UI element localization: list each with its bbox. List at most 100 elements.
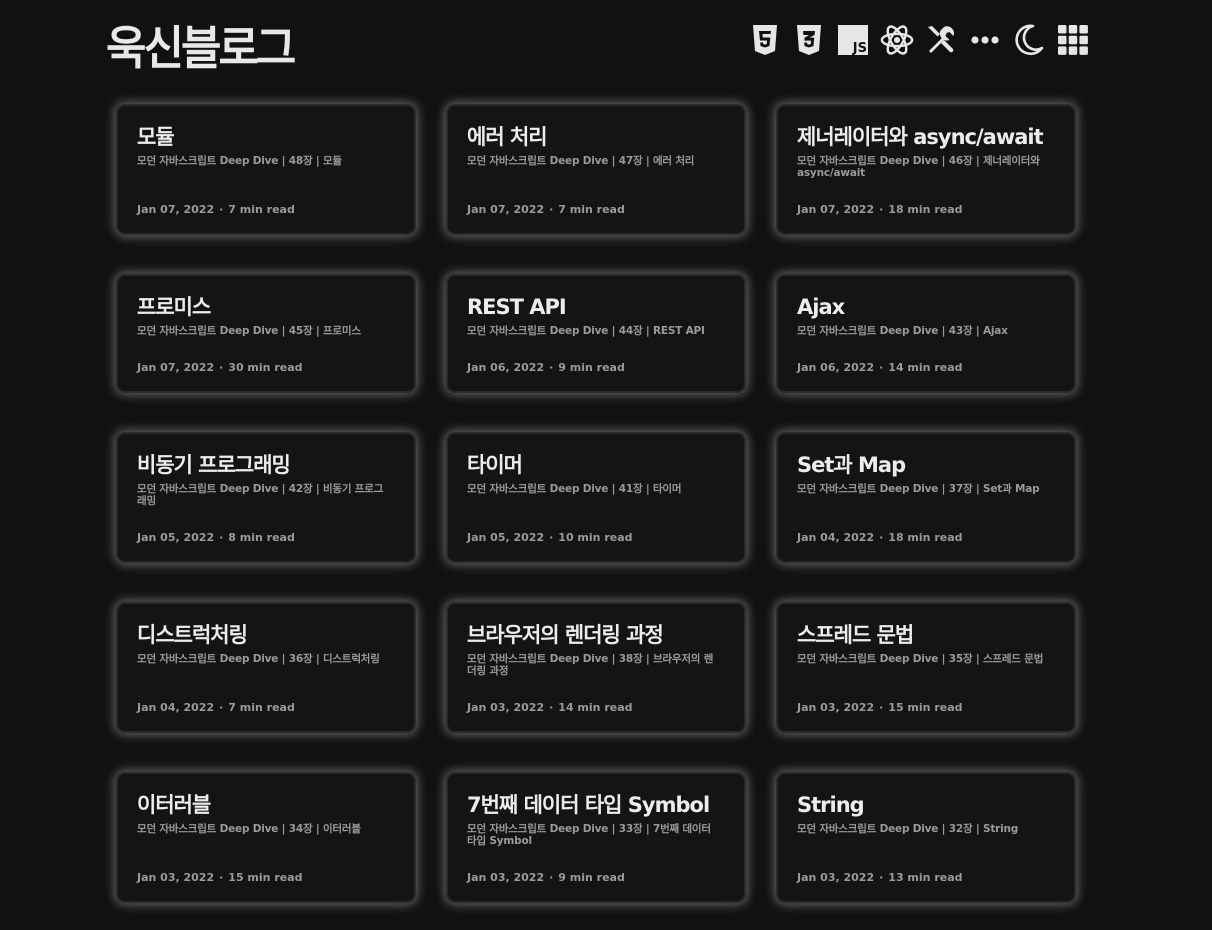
post-card[interactable]: 브라우저의 렌더링 과정 모던 자바스크립트 Deep Dive | 38장 |… — [446, 602, 746, 733]
meta-separator: · — [549, 871, 554, 884]
post-date: Jan 03, 2022 — [797, 871, 875, 884]
post-title[interactable]: Set과 Map — [797, 452, 1055, 478]
post-title[interactable]: 제너레이터와 async/await — [797, 124, 1055, 150]
post-read-time: 10 min read — [558, 531, 633, 544]
post-title[interactable]: 7번째 데이터 타입 Symbol — [467, 792, 725, 818]
meta-separator: · — [549, 203, 554, 216]
post-read-time: 9 min read — [558, 361, 625, 374]
post-card[interactable]: String 모던 자바스크립트 Deep Dive | 32장 | Strin… — [776, 772, 1076, 903]
meta-separator: · — [219, 361, 224, 374]
post-date: Jan 07, 2022 — [137, 361, 215, 374]
post-date: Jan 06, 2022 — [797, 361, 875, 374]
post-card[interactable]: Ajax 모던 자바스크립트 Deep Dive | 43장 | Ajax Ja… — [776, 274, 1076, 393]
post-subtitle: 모던 자바스크립트 Deep Dive | 32장 | String — [797, 823, 1019, 835]
post-card[interactable]: 모듈 모던 자바스크립트 Deep Dive | 48장 | 모듈 Jan 07… — [116, 104, 416, 235]
post-meta: Jan 07, 2022 · 7 min read — [137, 203, 295, 216]
post-title[interactable]: 디스트럭처링 — [137, 622, 395, 648]
post-title[interactable]: 에러 처리 — [467, 124, 725, 150]
moon-icon[interactable] — [1012, 22, 1046, 58]
js-badge-text: JS — [852, 41, 867, 55]
post-title[interactable]: String — [797, 792, 1055, 818]
meta-separator: · — [879, 361, 884, 374]
post-title[interactable]: REST API — [467, 294, 725, 320]
post-meta: Jan 05, 2022 · 8 min read — [137, 531, 295, 544]
post-subtitle: 모던 자바스크립트 Deep Dive | 41장 | 타이머 — [467, 483, 682, 495]
post-card[interactable]: 프로미스 모던 자바스크립트 Deep Dive | 45장 | 프로미스 Ja… — [116, 274, 416, 393]
post-card[interactable]: 7번째 데이터 타입 Symbol 모던 자바스크립트 Deep Dive | … — [446, 772, 746, 903]
post-title[interactable]: 비동기 프로그래밍 — [137, 452, 395, 478]
meta-separator: · — [219, 701, 224, 714]
post-card[interactable]: Set과 Map 모던 자바스크립트 Deep Dive | 37장 | Set… — [776, 432, 1076, 563]
post-read-time: 13 min read — [888, 871, 963, 884]
post-date: Jan 07, 2022 — [137, 203, 215, 216]
meta-separator: · — [879, 531, 884, 544]
post-read-time: 18 min read — [888, 203, 963, 216]
post-title[interactable]: 이터러블 — [137, 792, 395, 818]
post-date: Jan 03, 2022 — [467, 701, 545, 714]
post-meta: Jan 06, 2022 · 14 min read — [797, 361, 963, 374]
post-card[interactable]: 비동기 프로그래밍 모던 자바스크립트 Deep Dive | 42장 | 비동… — [116, 432, 416, 563]
post-read-time: 7 min read — [558, 203, 625, 216]
meta-separator: · — [549, 361, 554, 374]
post-subtitle: 모던 자바스크립트 Deep Dive | 37장 | Set과 Map — [797, 483, 1040, 495]
post-date: Jan 05, 2022 — [467, 531, 545, 544]
post-meta: Jan 07, 2022 · 7 min read — [467, 203, 625, 216]
post-subtitle: 모던 자바스크립트 Deep Dive | 36장 | 디스트럭처링 — [137, 653, 380, 665]
post-title[interactable]: 프로미스 — [137, 294, 395, 320]
react-icon[interactable] — [880, 22, 914, 58]
post-date: Jan 06, 2022 — [467, 361, 545, 374]
post-read-time: 7 min read — [228, 701, 295, 714]
post-read-time: 14 min read — [558, 701, 633, 714]
header-icon-bar: JS — [748, 22, 1090, 58]
blog-logo[interactable]: 욱신블로그 — [106, 10, 296, 77]
meta-separator: · — [219, 203, 224, 216]
post-date: Jan 03, 2022 — [137, 871, 215, 884]
post-subtitle: 모던 자바스크립트 Deep Dive | 43장 | Ajax — [797, 325, 1008, 337]
post-meta: Jan 03, 2022 · 13 min read — [797, 871, 963, 884]
post-date: Jan 05, 2022 — [137, 531, 215, 544]
post-meta: Jan 03, 2022 · 9 min read — [467, 871, 625, 884]
post-title[interactable]: 브라우저의 렌더링 과정 — [467, 622, 725, 648]
post-date: Jan 04, 2022 — [797, 531, 875, 544]
post-meta: Jan 04, 2022 · 7 min read — [137, 701, 295, 714]
post-read-time: 8 min read — [228, 531, 295, 544]
post-card[interactable]: 스프레드 문법 모던 자바스크립트 Deep Dive | 35장 | 스프레드… — [776, 602, 1076, 733]
post-meta: Jan 07, 2022 · 30 min read — [137, 361, 303, 374]
post-card[interactable]: 이터러블 모던 자바스크립트 Deep Dive | 34장 | 이터러블 Ja… — [116, 772, 416, 903]
meta-separator: · — [219, 871, 224, 884]
meta-separator: · — [549, 701, 554, 714]
css3-icon[interactable] — [792, 22, 826, 58]
more-icon[interactable] — [968, 22, 1002, 58]
grid-menu-icon[interactable] — [1056, 22, 1090, 58]
javascript-icon[interactable]: JS — [836, 22, 870, 58]
post-read-time: 9 min read — [558, 871, 625, 884]
post-subtitle: 모던 자바스크립트 Deep Dive | 46장 | 제너레이터와 async… — [797, 155, 1040, 179]
post-subtitle: 모던 자바스크립트 Deep Dive | 47장 | 에러 처리 — [467, 155, 695, 167]
post-card[interactable]: REST API 모던 자바스크립트 Deep Dive | 44장 | RES… — [446, 274, 746, 393]
post-date: Jan 04, 2022 — [137, 701, 215, 714]
post-meta: Jan 04, 2022 · 18 min read — [797, 531, 963, 544]
post-card[interactable]: 타이머 모던 자바스크립트 Deep Dive | 41장 | 타이머 Jan … — [446, 432, 746, 563]
meta-separator: · — [879, 701, 884, 714]
post-read-time: 18 min read — [888, 531, 963, 544]
post-title[interactable]: Ajax — [797, 294, 1055, 320]
tools-icon[interactable] — [924, 22, 958, 58]
post-card[interactable]: 디스트럭처링 모던 자바스크립트 Deep Dive | 36장 | 디스트럭처… — [116, 602, 416, 733]
html5-icon[interactable] — [748, 22, 782, 58]
post-subtitle: 모던 자바스크립트 Deep Dive | 34장 | 이터러블 — [137, 823, 361, 835]
post-subtitle: 모던 자바스크립트 Deep Dive | 48장 | 모듈 — [137, 155, 342, 167]
post-meta: Jan 05, 2022 · 10 min read — [467, 531, 633, 544]
post-title[interactable]: 모듈 — [137, 124, 395, 150]
post-date: Jan 03, 2022 — [467, 871, 545, 884]
post-subtitle: 모던 자바스크립트 Deep Dive | 44장 | REST API — [467, 325, 705, 337]
post-title[interactable]: 스프레드 문법 — [797, 622, 1055, 648]
post-subtitle: 모던 자바스크립트 Deep Dive | 33장 | 7번째 데이터 타입 S… — [467, 823, 711, 847]
post-title[interactable]: 타이머 — [467, 452, 725, 478]
post-meta: Jan 07, 2022 · 18 min read — [797, 203, 963, 216]
post-card[interactable]: 제너레이터와 async/await 모던 자바스크립트 Deep Dive |… — [776, 104, 1076, 235]
post-card[interactable]: 에러 처리 모던 자바스크립트 Deep Dive | 47장 | 에러 처리 … — [446, 104, 746, 235]
post-read-time: 30 min read — [228, 361, 303, 374]
post-subtitle: 모던 자바스크립트 Deep Dive | 38장 | 브라우저의 렌더링 과정 — [467, 653, 714, 677]
post-meta: Jan 03, 2022 · 14 min read — [467, 701, 633, 714]
post-read-time: 7 min read — [228, 203, 295, 216]
